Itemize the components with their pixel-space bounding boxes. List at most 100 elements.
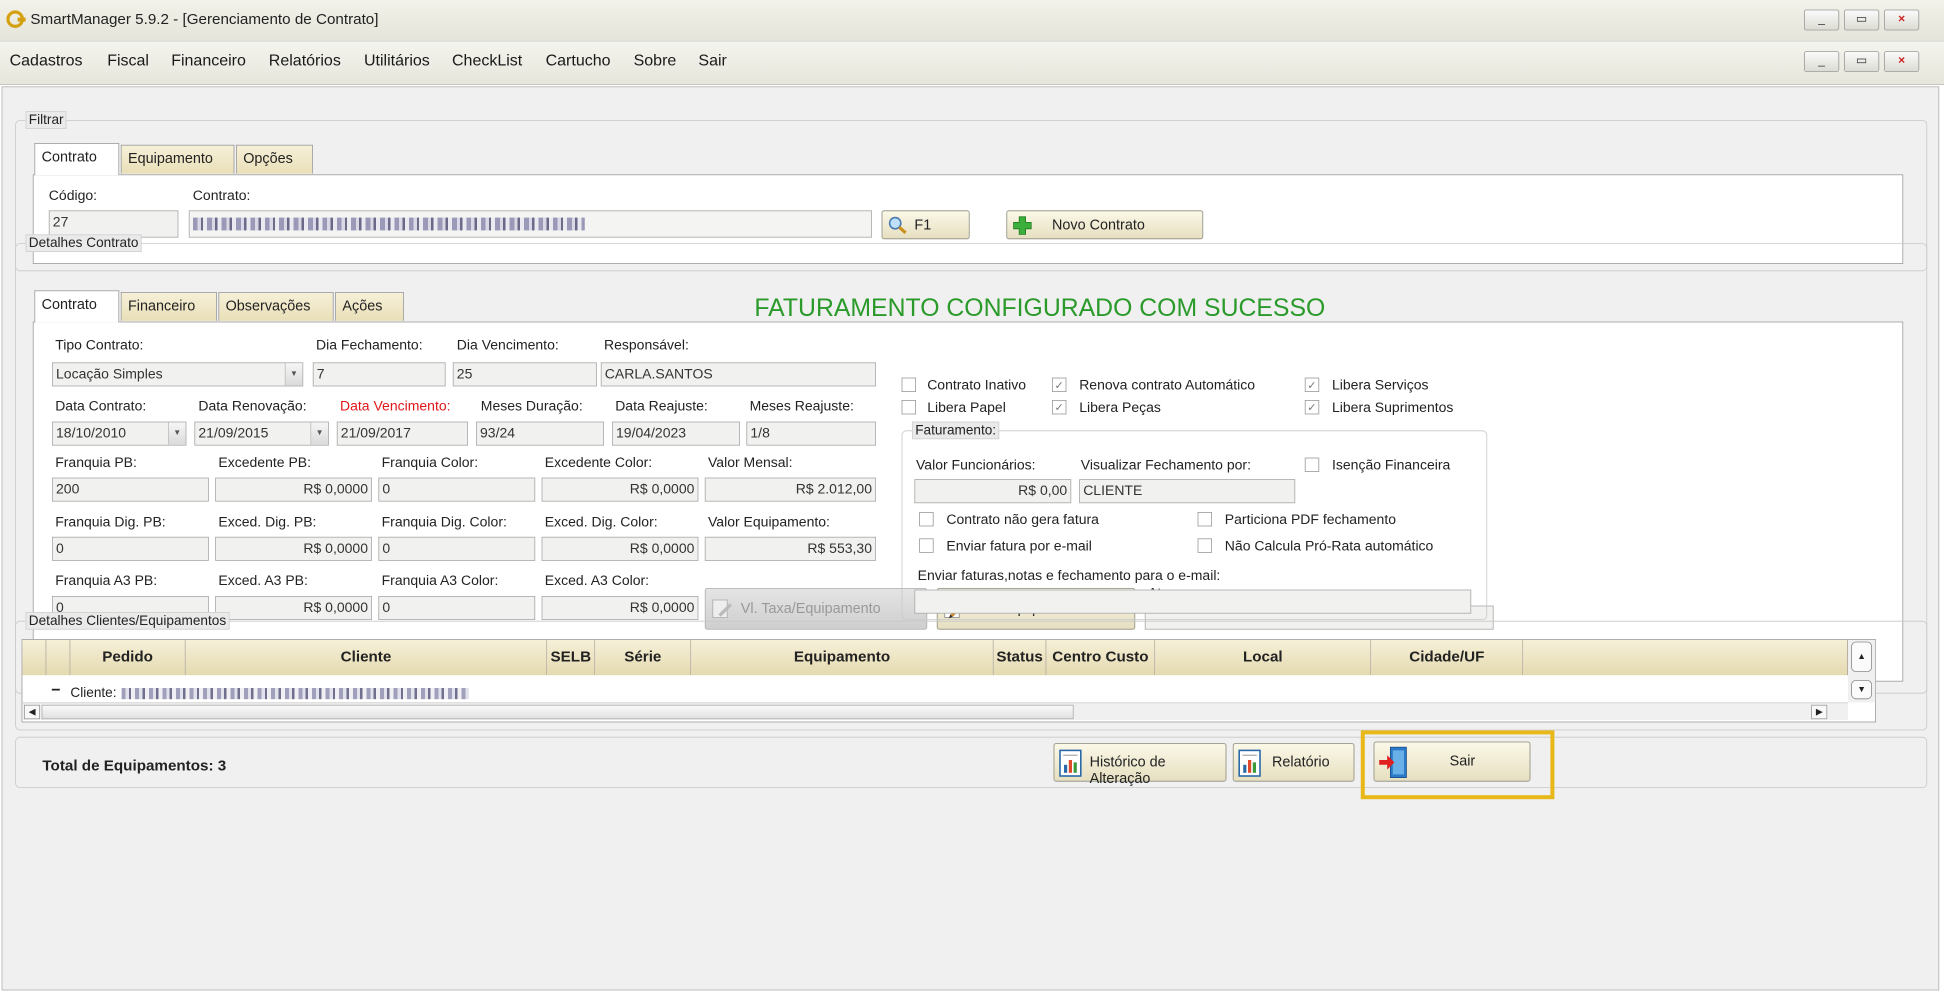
responsavel-label: Responsável: xyxy=(604,336,689,353)
excedente-pb-input[interactable]: R$ 0,0000 xyxy=(215,477,372,502)
child-minimize-button[interactable]: _ xyxy=(1804,51,1840,72)
franquia-pb-input[interactable]: 200 xyxy=(52,477,209,502)
exced-dig-pb-input[interactable]: R$ 0,0000 xyxy=(215,536,372,561)
nao-calcula-prorata-checkbox[interactable] xyxy=(1197,538,1212,553)
franquia-pb-label: Franquia PB: xyxy=(55,454,137,471)
contrato-inativo-checkbox[interactable] xyxy=(901,377,916,392)
tab-opcoes-filtro[interactable]: Opções xyxy=(236,144,313,174)
menu-sair[interactable]: Sair xyxy=(698,52,726,70)
tab-financeiro[interactable]: Financeiro xyxy=(120,292,217,321)
dia-fechamento-input[interactable]: 7 xyxy=(312,362,446,387)
data-renovacao-picker[interactable]: 21/09/2015 ▼ xyxy=(194,421,329,446)
menu-sobre[interactable]: Sobre xyxy=(634,52,677,70)
data-reajuste-input[interactable]: 19/04/2023 xyxy=(612,421,740,446)
scroll-down-icon[interactable]: ▼ xyxy=(1851,680,1872,700)
collapse-group-toggle[interactable]: − xyxy=(51,682,60,700)
valor-equipamento-label: Valor Equipamento: xyxy=(708,513,830,530)
visualizar-fechamento-label: Visualizar Fechamento por: xyxy=(1080,456,1251,473)
scroll-right-icon[interactable]: ▶ xyxy=(1811,704,1828,720)
chevron-down-icon[interactable]: ▼ xyxy=(284,363,303,386)
valor-equipamento-input[interactable]: R$ 553,30 xyxy=(704,536,876,561)
f1-label: F1 xyxy=(914,216,932,233)
franquia-color-input[interactable]: 0 xyxy=(378,477,536,502)
minimize-button[interactable]: _ xyxy=(1804,9,1840,31)
data-contrato-picker[interactable]: 18/10/2010 ▼ xyxy=(52,421,187,446)
responsavel-input[interactable]: CARLA.SANTOS xyxy=(600,362,876,387)
isencao-financeira-checkbox[interactable] xyxy=(1304,457,1320,472)
data-contrato-value: 18/10/2010 xyxy=(56,424,127,441)
renova-contrato-label: Renova contrato Automático xyxy=(1079,376,1256,393)
chevron-down-icon[interactable]: ▼ xyxy=(168,422,186,445)
nao-calcula-prorata-label: Não Calcula Pró-Rata automático xyxy=(1224,537,1434,554)
col-serie[interactable]: Série xyxy=(595,640,692,676)
footer-panel xyxy=(15,736,1928,788)
dia-vencimento-label: Dia Vencimento: xyxy=(456,336,559,353)
libera-pecas-checkbox[interactable]: ✓ xyxy=(1052,400,1067,415)
contrato-label: Contrato: xyxy=(192,187,251,204)
horizontal-scrollbar[interactable]: ◀ ▶ xyxy=(22,702,1848,720)
sair-button[interactable]: Sair xyxy=(1373,741,1531,782)
chevron-down-icon[interactable]: ▼ xyxy=(310,422,328,445)
menu-utilitarios[interactable]: Utilitários xyxy=(364,52,430,70)
col-centro-custo[interactable]: Centro Custo xyxy=(1046,640,1156,676)
libera-servicos-checkbox[interactable]: ✓ xyxy=(1304,377,1320,392)
exced-dig-color-input[interactable]: R$ 0,0000 xyxy=(541,536,699,561)
excedente-color-label: Excedente Color: xyxy=(544,454,653,471)
meses-duracao-input[interactable]: 93/24 xyxy=(476,421,604,446)
tab-equipamento-filtro[interactable]: Equipamento xyxy=(120,144,235,174)
sair-label: Sair xyxy=(1449,752,1476,769)
franquia-dig-pb-input[interactable]: 0 xyxy=(52,536,209,561)
col-local[interactable]: Local xyxy=(1155,640,1372,676)
child-restore-button[interactable]: ▭ xyxy=(1844,51,1880,72)
col-status[interactable]: Status xyxy=(993,640,1047,676)
close-button[interactable]: × xyxy=(1884,9,1920,31)
tab-contrato-filtro[interactable]: Contrato xyxy=(34,143,120,176)
horizontal-scroll-thumb[interactable] xyxy=(41,704,1074,720)
scroll-left-icon[interactable]: ◀ xyxy=(24,704,40,720)
historico-alteracao-button[interactable]: Histórico de Alteração xyxy=(1053,743,1227,786)
tab-contrato[interactable]: Contrato xyxy=(34,290,120,323)
col-selb[interactable]: SELB xyxy=(547,640,596,676)
tab-observacoes[interactable]: Observações xyxy=(218,292,334,321)
menu-relatorios[interactable]: Relatórios xyxy=(269,52,341,70)
visualizar-fechamento-input[interactable]: CLIENTE xyxy=(1079,479,1296,504)
renova-contrato-checkbox[interactable]: ✓ xyxy=(1052,377,1067,392)
email-faturas-input[interactable] xyxy=(914,589,1472,614)
contrato-inativo-label: Contrato Inativo xyxy=(927,376,1027,393)
meses-reajuste-input[interactable]: 1/8 xyxy=(746,421,876,446)
menu-checklist[interactable]: CheckList xyxy=(452,52,522,70)
success-message: FATURAMENTO CONFIGURADO COM SUCESSO xyxy=(754,293,1326,322)
tipo-contrato-select[interactable]: Locação Simples ▼ xyxy=(52,362,304,387)
col-equipamento[interactable]: Equipamento xyxy=(691,640,994,676)
child-close-button[interactable]: × xyxy=(1884,51,1920,72)
menu-bar: Cadastros Fiscal Financeiro Relatórios U… xyxy=(0,41,1944,85)
menu-financeiro[interactable]: Financeiro xyxy=(171,52,246,70)
col-pedido[interactable]: Pedido xyxy=(70,640,186,676)
libera-suprimentos-checkbox[interactable]: ✓ xyxy=(1304,400,1320,415)
meses-reajuste-label: Meses Reajuste: xyxy=(749,397,854,414)
relatorio-label: Relatório xyxy=(1272,753,1330,770)
libera-papel-checkbox[interactable] xyxy=(901,400,916,415)
nao-gera-fatura-checkbox[interactable] xyxy=(919,512,934,527)
col-cidade-uf[interactable]: Cidade/UF xyxy=(1371,640,1524,676)
libera-papel-label: Libera Papel xyxy=(927,399,1006,416)
data-vencimento-input[interactable]: 21/09/2017 xyxy=(336,421,468,446)
franquia-dig-color-input[interactable]: 0 xyxy=(378,536,536,561)
valor-mensal-input[interactable]: R$ 2.012,00 xyxy=(704,477,876,502)
col-cliente[interactable]: Cliente xyxy=(185,640,548,676)
particiona-pdf-checkbox[interactable] xyxy=(1197,512,1212,527)
scroll-up-icon[interactable]: ▲ xyxy=(1851,641,1872,672)
vertical-scrollbar[interactable]: ▲ ▼ xyxy=(1848,640,1876,703)
restore-button[interactable]: ▭ xyxy=(1844,9,1880,31)
tab-acoes[interactable]: Ações xyxy=(335,292,404,321)
menu-cadastros[interactable]: Cadastros xyxy=(10,52,83,70)
valor-funcionarios-input[interactable]: R$ 0,00 xyxy=(914,479,1072,504)
dia-vencimento-input[interactable]: 25 xyxy=(452,362,597,387)
col-filler xyxy=(1523,640,1848,676)
relatorio-button[interactable]: Relatório xyxy=(1232,743,1355,782)
menu-cartucho[interactable]: Cartucho xyxy=(546,52,611,70)
menu-fiscal[interactable]: Fiscal xyxy=(107,52,149,70)
excedente-color-input[interactable]: R$ 0,0000 xyxy=(541,477,699,502)
data-contrato-label: Data Contrato: xyxy=(55,397,147,414)
enviar-email-checkbox[interactable] xyxy=(919,538,934,553)
